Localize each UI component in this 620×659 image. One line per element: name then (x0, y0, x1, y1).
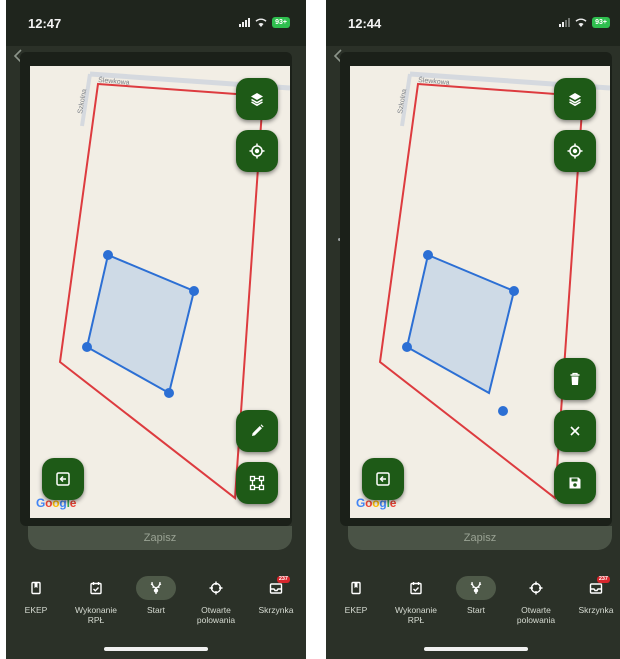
crosshair-icon (529, 581, 543, 595)
book-icon (351, 581, 361, 595)
exit-button[interactable] (362, 458, 404, 500)
save-icon (569, 477, 581, 489)
layers-icon (569, 93, 581, 107)
close-icon (570, 426, 580, 436)
inbox-icon (269, 583, 283, 594)
polygon-edit-button[interactable] (236, 462, 278, 504)
tab-otwarte-polowania[interactable]: Otwarte polowania (186, 572, 246, 625)
exit-icon (376, 472, 390, 486)
status-icons: 93+ (239, 17, 290, 28)
tab-start[interactable]: Start (446, 572, 506, 615)
phone-screen-edit-mode: 12:47 93+ Ślewkowa Szkolna Google Zapisz… (6, 0, 306, 659)
tab-label: Wykonanie RPŁ (395, 605, 437, 625)
status-bar: 12:44 93+ (326, 0, 620, 46)
tab-start[interactable]: Start (126, 572, 186, 615)
battery-badge: 93+ (592, 17, 610, 28)
vertex-handle-detached (498, 406, 508, 416)
layers-button[interactable] (236, 78, 278, 120)
exit-icon (56, 472, 70, 486)
vertex-handle (103, 250, 113, 260)
delete-button[interactable] (554, 358, 596, 400)
edit-pencil-icon (252, 424, 264, 436)
layers-button[interactable] (554, 78, 596, 120)
tab-label: Otwarte polowania (196, 605, 236, 625)
my-location-button[interactable] (236, 130, 278, 172)
cancel-button[interactable] (554, 410, 596, 452)
status-bar: 12:47 93+ (6, 0, 306, 46)
vertex-handle (423, 250, 433, 260)
signal-icon (559, 18, 571, 27)
tab-otwarte-polowania[interactable]: Otwarte polowania (506, 572, 566, 625)
polygon-edit-icon (249, 475, 265, 491)
tab-label: EKEP (344, 605, 368, 615)
status-time: 12:44 (348, 16, 382, 31)
wifi-icon (255, 18, 267, 27)
exit-button[interactable] (42, 458, 84, 500)
bottom-tab-bar: EKEP Wykonanie RPŁ Start Otwarte polowan… (326, 572, 620, 642)
tab-ekep[interactable]: EKEP (6, 572, 66, 615)
save-bar-label: Zapisz (463, 532, 497, 544)
home-indicator[interactable] (104, 647, 208, 651)
tab-label: Skrzynka (578, 605, 614, 615)
battery-badge: 93+ (272, 17, 290, 28)
save-button[interactable] (554, 462, 596, 504)
inbox-icon (589, 583, 603, 594)
tab-label: EKEP (24, 605, 48, 615)
tab-label: Skrzynka (258, 605, 294, 615)
inbox-count-badge: 237 (276, 576, 290, 583)
tab-label: Otwarte polowania (516, 605, 556, 625)
vertex-handle (189, 286, 199, 296)
save-bar[interactable]: Zapisz (28, 526, 292, 550)
tab-label: Wykonanie RPŁ (75, 605, 117, 625)
phone-screen-vertex-mode: 12:44 93+ Ślewkowa Szkolna Google Zapisz… (326, 0, 620, 659)
tab-skrzynka[interactable]: 237 Skrzynka (566, 572, 620, 615)
my-location-icon (567, 143, 583, 159)
delete-icon (570, 372, 580, 385)
drawn-polygon (405, 253, 516, 395)
tab-skrzynka[interactable]: 237 Skrzynka (246, 572, 306, 615)
my-location-icon (249, 143, 265, 159)
vertex-handle (82, 342, 92, 352)
antlers-icon (470, 581, 482, 594)
wifi-icon (575, 18, 587, 27)
layers-icon (251, 93, 263, 107)
drawn-polygon (85, 253, 196, 395)
vertex-handle (509, 286, 519, 296)
tab-label: Start (147, 605, 165, 615)
vertex-handle (164, 388, 174, 398)
vertex-handle (402, 342, 412, 352)
inbox-count-badge: 237 (596, 576, 610, 583)
signal-icon (239, 18, 251, 27)
tab-wykonanie-rpl[interactable]: Wykonanie RPŁ (386, 572, 446, 625)
save-bar-label: Zapisz (143, 532, 177, 544)
crosshair-icon (209, 581, 223, 595)
tab-ekep[interactable]: EKEP (326, 572, 386, 615)
antlers-icon (150, 581, 162, 594)
status-icons: 93+ (559, 17, 610, 28)
save-bar[interactable]: Zapisz (348, 526, 612, 550)
my-location-button[interactable] (554, 130, 596, 172)
bottom-tab-bar: EKEP Wykonanie RPŁ Start Otwarte polowan… (6, 572, 306, 642)
calendar-check-icon (90, 582, 102, 595)
edit-button[interactable] (236, 410, 278, 452)
tab-wykonanie-rpl[interactable]: Wykonanie RPŁ (66, 572, 126, 625)
home-indicator[interactable] (424, 647, 528, 651)
status-time: 12:47 (28, 16, 62, 31)
tab-label: Start (467, 605, 485, 615)
book-icon (31, 581, 41, 595)
calendar-check-icon (410, 582, 422, 595)
